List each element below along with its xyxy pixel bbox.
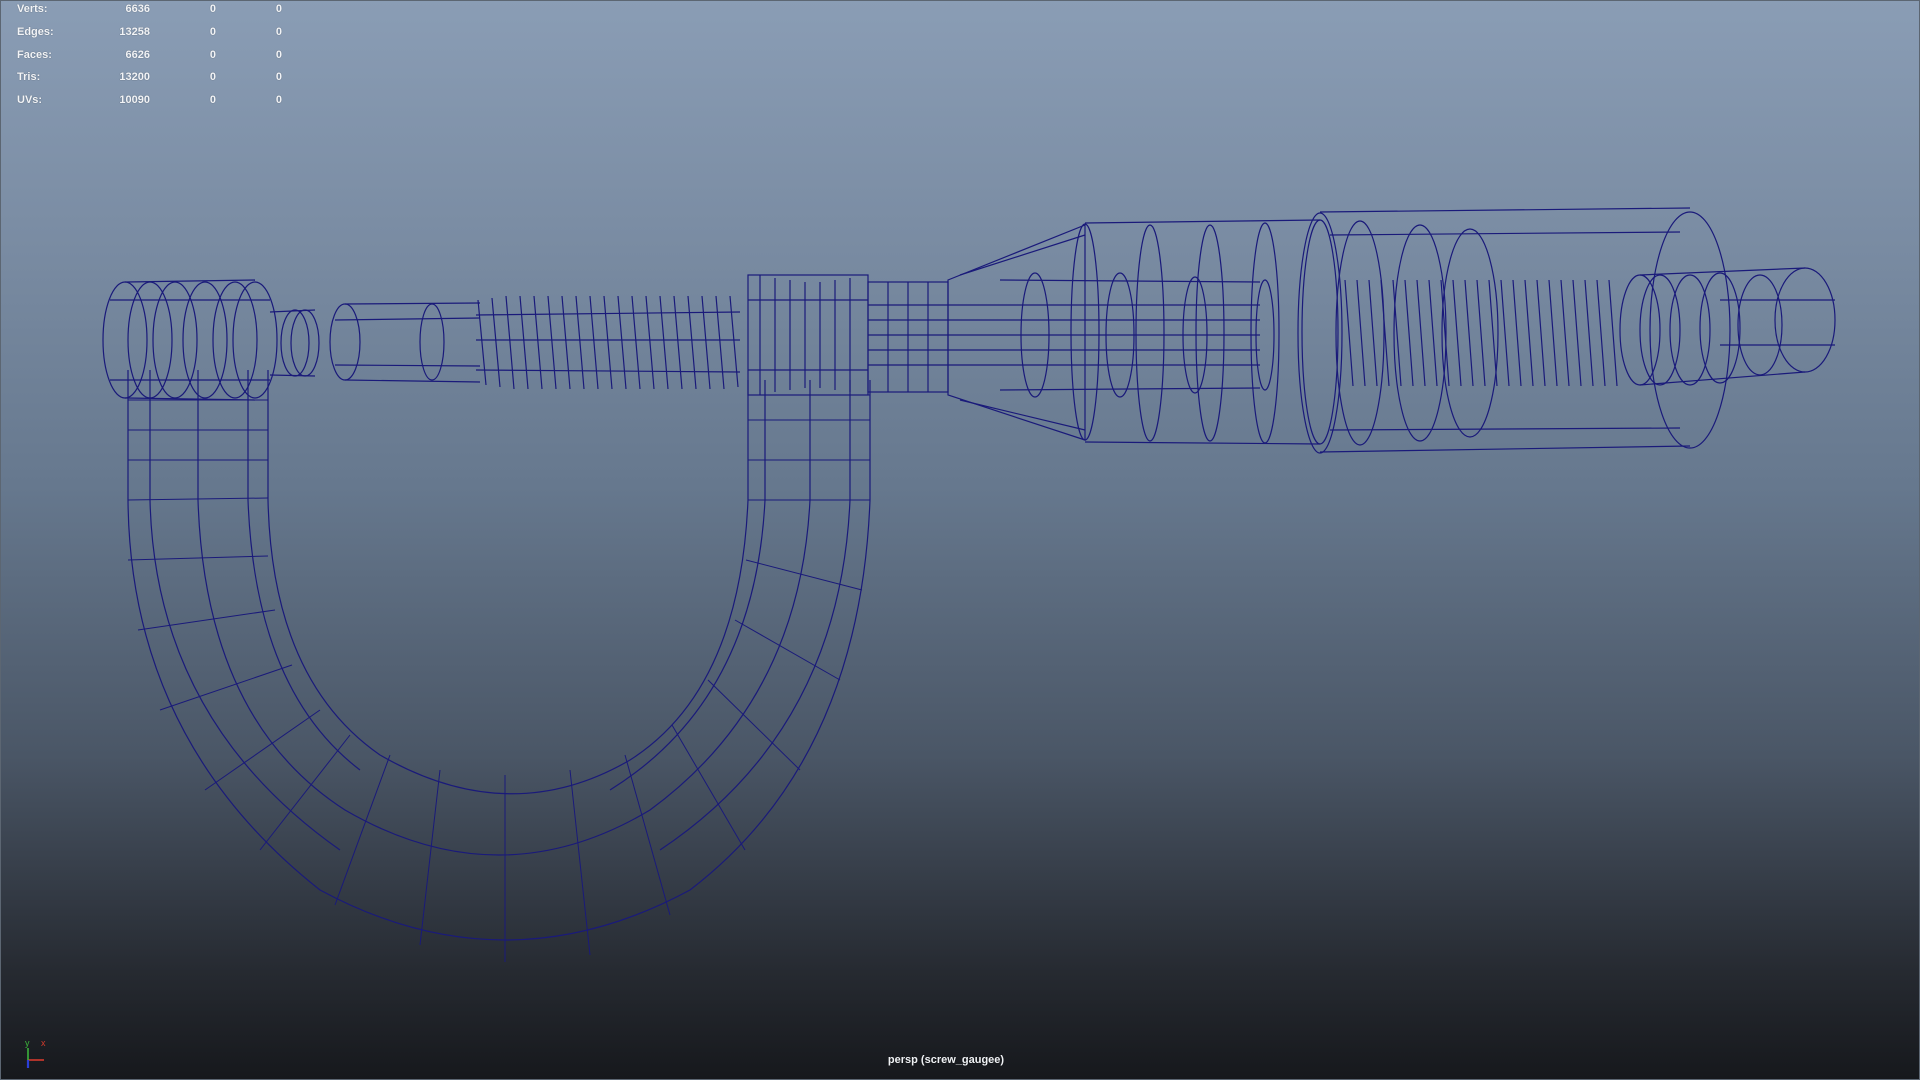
stat-value: 13258 bbox=[119, 25, 150, 38]
lock-nut bbox=[747, 274, 869, 396]
stat-value: 6626 bbox=[125, 48, 150, 61]
stat-value: 0 bbox=[209, 25, 216, 38]
stat-value: 0 bbox=[275, 48, 282, 61]
stat-value: 0 bbox=[209, 94, 216, 107]
axis-y-label: y bbox=[25, 1038, 30, 1048]
stat-value: 0 bbox=[275, 25, 282, 38]
stat-value: 0 bbox=[209, 3, 216, 15]
stat-label: Verts: bbox=[17, 3, 48, 15]
stat-value: 0 bbox=[275, 94, 282, 107]
stat-value: 13200 bbox=[119, 71, 150, 84]
screw-gauge-wireframe[interactable] bbox=[0, 0, 1920, 1080]
maya-viewport[interactable]: Verts: 6636 0 0 Edges: 13258 0 0 Faces: … bbox=[0, 0, 1920, 1080]
spindle bbox=[329, 295, 741, 390]
anvil bbox=[102, 279, 320, 401]
camera-name-label: persp (screw_gaugee) bbox=[887, 1054, 1005, 1066]
stat-value: 0 bbox=[209, 48, 216, 61]
ratchet-body bbox=[1297, 207, 1731, 454]
stat-label: Faces: bbox=[17, 48, 52, 61]
axis-x-label: x bbox=[41, 1038, 46, 1048]
stat-value: 0 bbox=[275, 3, 282, 15]
u-frame bbox=[127, 370, 871, 962]
stat-value: 10090 bbox=[119, 94, 150, 107]
thimble bbox=[947, 219, 1339, 445]
stat-value: 6636 bbox=[125, 3, 150, 15]
stat-label: Edges: bbox=[17, 25, 54, 38]
stat-label: UVs: bbox=[17, 94, 43, 107]
stat-label: Tris: bbox=[17, 71, 41, 84]
stat-value: 0 bbox=[209, 71, 216, 84]
stat-value: 0 bbox=[275, 71, 282, 84]
